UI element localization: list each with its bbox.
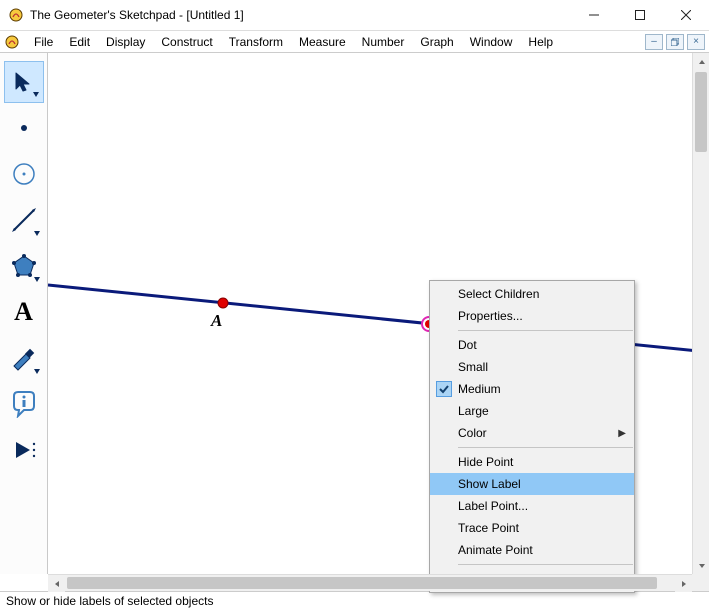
title-bar: The Geometer's Sketchpad - [Untitled 1] [0,0,709,31]
cm-separator [458,447,633,448]
tool-palette: A [0,53,48,574]
information-tool[interactable] [4,383,44,425]
status-bar: Show or hide labels of selected objects [0,591,709,612]
minimize-button[interactable] [571,0,617,30]
scroll-thumb[interactable] [67,577,657,589]
scroll-down-button[interactable] [693,557,709,574]
app-icon [8,7,24,23]
cm-label: Select Children [458,287,539,301]
status-text: Show or hide labels of selected objects [6,594,213,608]
scroll-thumb[interactable] [695,72,707,152]
cm-label: Color [458,426,487,440]
menu-display[interactable]: Display [98,33,153,51]
menu-measure[interactable]: Measure [291,33,354,51]
cm-large[interactable]: Large [430,400,634,422]
cm-label: Medium [458,382,501,396]
cm-label: Label Point... [458,499,528,513]
menu-help[interactable]: Help [520,33,561,51]
cm-small[interactable]: Small [430,356,634,378]
menu-bar: File Edit Display Construct Transform Me… [0,31,709,53]
workspace: A A Select Children Properties... Dot Sm… [0,53,709,591]
cm-hide-point[interactable]: Hide Point [430,451,634,473]
cm-label-point[interactable]: Label Point... [430,495,634,517]
menu-transform[interactable]: Transform [221,33,291,51]
straightedge-tool[interactable] [4,199,44,241]
chevron-right-icon: ▶ [618,428,626,439]
cm-separator [458,564,633,565]
window-controls [571,0,709,30]
context-menu: Select Children Properties... Dot Small … [429,280,635,593]
cm-select-children[interactable]: Select Children [430,283,634,305]
cm-label: Show Label [458,477,521,491]
cm-label: Hide Point [458,455,513,469]
cm-color[interactable]: Color ▶ [430,422,634,444]
cm-show-label[interactable]: Show Label [430,473,634,495]
cm-label: Trace Point [458,521,519,535]
close-button[interactable] [663,0,709,30]
scroll-right-button[interactable] [675,575,692,592]
cm-medium[interactable]: Medium [430,378,634,400]
scroll-track[interactable] [693,70,709,557]
custom-tool[interactable] [4,429,44,471]
cm-label: Large [458,404,489,418]
cm-animate-point[interactable]: Animate Point [430,539,634,561]
menu-file[interactable]: File [26,33,61,51]
point-a[interactable] [218,298,228,308]
menu-edit[interactable]: Edit [61,33,98,51]
cm-label: Properties... [458,309,523,323]
cm-separator [458,330,633,331]
doc-icon [4,34,20,50]
cm-dot[interactable]: Dot [430,334,634,356]
point-label-a[interactable]: A [211,311,222,331]
menu-number[interactable]: Number [354,33,413,51]
cm-label: Dot [458,338,477,352]
compass-tool[interactable] [4,153,44,195]
check-icon [436,381,452,397]
cm-trace-point[interactable]: Trace Point [430,517,634,539]
scroll-up-button[interactable] [693,53,709,70]
marker-tool[interactable] [4,337,44,379]
child-close-button[interactable]: × [687,34,705,50]
point-tool[interactable] [4,107,44,149]
child-minimize-button[interactable]: – [645,34,663,50]
window-title: The Geometer's Sketchpad - [Untitled 1] [30,8,571,22]
cm-label: Animate Point [458,543,533,557]
cm-label: Small [458,360,488,374]
selection-arrow-tool[interactable] [4,61,44,103]
scroll-corner [692,574,709,591]
mdi-child-controls: – × [642,34,709,50]
menu-graph[interactable]: Graph [412,33,461,51]
menu-construct[interactable]: Construct [153,33,220,51]
cm-properties[interactable]: Properties... [430,305,634,327]
child-restore-button[interactable] [666,34,684,50]
horizontal-scrollbar[interactable] [48,574,692,591]
vertical-scrollbar[interactable] [692,53,709,574]
menu-window[interactable]: Window [462,33,521,51]
scroll-track[interactable] [65,575,675,591]
maximize-button[interactable] [617,0,663,30]
polygon-tool[interactable] [4,245,44,287]
text-tool[interactable]: A [4,291,44,333]
scroll-left-button[interactable] [48,575,65,592]
